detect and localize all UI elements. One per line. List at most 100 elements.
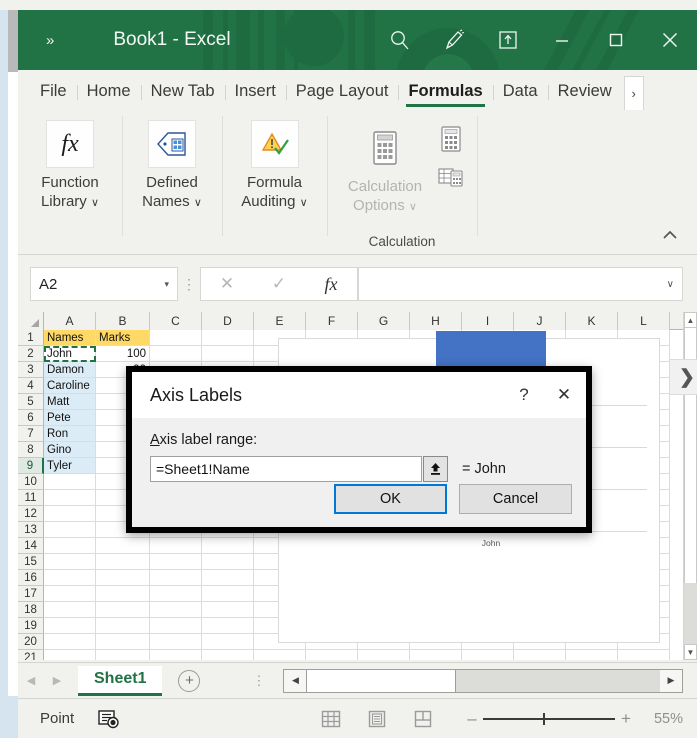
cell-B18[interactable] — [96, 602, 150, 618]
cell-A13[interactable] — [44, 522, 96, 538]
cell-A20[interactable] — [44, 634, 96, 650]
cancel-button[interactable]: Cancel — [459, 484, 572, 514]
cell-D1[interactable] — [202, 330, 254, 346]
row-header-21[interactable]: 21 — [18, 650, 44, 660]
tab-overflow-chevron-icon[interactable]: › — [623, 76, 644, 110]
vertical-scroll-track[interactable] — [684, 583, 697, 644]
column-header-k[interactable]: K — [566, 312, 618, 330]
cell-D14[interactable] — [202, 538, 254, 554]
tab-review[interactable]: Review — [547, 78, 622, 110]
quick-access-more-button[interactable]: » — [46, 32, 54, 49]
share-icon[interactable] — [481, 10, 535, 70]
chevron-down-icon[interactable]: ∨ — [409, 201, 417, 213]
cell-B2[interactable]: 100 — [96, 346, 150, 362]
formula-bar-grip[interactable]: ⋮ — [178, 277, 200, 291]
formula-auditing-button[interactable]: Formula Auditing ∨ — [222, 116, 327, 217]
column-header-e[interactable]: E — [254, 312, 306, 330]
column-header-d[interactable]: D — [202, 312, 254, 330]
sheet-tab-sheet1[interactable]: Sheet1 — [78, 665, 163, 696]
scroll-up-button[interactable]: ▲ — [684, 312, 697, 328]
cell-F21[interactable] — [306, 650, 358, 660]
cell-A9[interactable]: Tyler — [44, 458, 96, 474]
cell-A19[interactable] — [44, 618, 96, 634]
scroll-right-button[interactable]: ▶ — [660, 669, 682, 692]
column-header-f[interactable]: F — [306, 312, 358, 330]
page-layout-view-icon[interactable] — [365, 708, 389, 730]
column-header-l[interactable]: L — [618, 312, 670, 330]
chevron-down-icon[interactable]: ∨ — [194, 197, 202, 209]
calculate-now-icon[interactable] — [436, 124, 466, 154]
row-header-14[interactable]: 14 — [18, 538, 44, 554]
column-header-g[interactable]: G — [358, 312, 410, 330]
zoom-in-button[interactable]: + — [615, 709, 637, 729]
tab-file[interactable]: File — [30, 78, 77, 110]
column-header-c[interactable]: C — [150, 312, 202, 330]
maximize-button[interactable] — [589, 10, 643, 70]
tab-new-tab[interactable]: New Tab — [140, 78, 225, 110]
cell-D19[interactable] — [202, 618, 254, 634]
cell-C14[interactable] — [150, 538, 202, 554]
cell-A8[interactable]: Gino — [44, 442, 96, 458]
cancel-icon[interactable]: ✕ — [205, 274, 249, 294]
cell-J21[interactable] — [514, 650, 566, 660]
row-header-3[interactable]: 3 — [18, 362, 44, 378]
cell-A7[interactable]: Ron — [44, 426, 96, 442]
row-header-11[interactable]: 11 — [18, 490, 44, 506]
cell-C21[interactable] — [150, 650, 202, 660]
cell-H21[interactable] — [410, 650, 462, 660]
enter-icon[interactable]: ✓ — [257, 274, 301, 294]
calculation-options-button[interactable]: Calculation Options ∨ — [338, 120, 432, 221]
cell-A12[interactable] — [44, 506, 96, 522]
horizontal-scroll-thumb[interactable] — [306, 669, 457, 692]
row-header-20[interactable]: 20 — [18, 634, 44, 650]
row-header-12[interactable]: 12 — [18, 506, 44, 522]
row-header-18[interactable]: 18 — [18, 602, 44, 618]
horizontal-scrollbar[interactable]: ◀ ▶ — [283, 668, 683, 693]
cell-C19[interactable] — [150, 618, 202, 634]
cell-B1[interactable]: Marks — [96, 330, 150, 346]
column-header-b[interactable]: B — [96, 312, 150, 330]
dialog-close-icon[interactable]: ✕ — [542, 385, 586, 405]
formula-input[interactable]: ∨ — [358, 267, 683, 301]
cell-B15[interactable] — [96, 554, 150, 570]
cell-D2[interactable] — [202, 346, 254, 362]
row-header-9[interactable]: 9 — [18, 458, 44, 474]
cell-B16[interactable] — [96, 570, 150, 586]
expand-formula-bar-icon[interactable]: ∨ — [667, 279, 674, 290]
dialog-help-icon[interactable]: ? — [506, 385, 542, 405]
row-header-10[interactable]: 10 — [18, 474, 44, 490]
cell-C2[interactable] — [150, 346, 202, 362]
row-header-16[interactable]: 16 — [18, 570, 44, 586]
normal-view-icon[interactable] — [319, 708, 343, 730]
ok-button[interactable]: OK — [334, 484, 447, 514]
record-macro-icon[interactable] — [96, 707, 122, 731]
cell-A4[interactable]: Caroline — [44, 378, 96, 394]
cell-C1[interactable] — [150, 330, 202, 346]
calculate-sheet-icon[interactable] — [436, 162, 466, 192]
axis-label-range-input[interactable]: =Sheet1!Name — [150, 456, 422, 482]
scroll-down-button[interactable]: ▼ — [684, 644, 697, 660]
cell-D20[interactable] — [202, 634, 254, 650]
cell-C16[interactable] — [150, 570, 202, 586]
cell-B20[interactable] — [96, 634, 150, 650]
row-header-7[interactable]: 7 — [18, 426, 44, 442]
cell-G21[interactable] — [358, 650, 410, 660]
cell-C18[interactable] — [150, 602, 202, 618]
cell-I21[interactable] — [462, 650, 514, 660]
cell-A11[interactable] — [44, 490, 96, 506]
add-sheet-button[interactable]: + — [178, 669, 201, 692]
cell-C20[interactable] — [150, 634, 202, 650]
defined-names-button[interactable]: Defined Names ∨ — [122, 116, 222, 217]
cell-K21[interactable] — [566, 650, 618, 660]
cell-C15[interactable] — [150, 554, 202, 570]
tab-page-layout[interactable]: Page Layout — [285, 78, 399, 110]
function-library-button[interactable]: fx Function Library ∨ — [18, 116, 122, 217]
cell-A5[interactable]: Matt — [44, 394, 96, 410]
row-header-13[interactable]: 13 — [18, 522, 44, 538]
tab-insert[interactable]: Insert — [224, 78, 286, 110]
zoom-slider-knob[interactable] — [543, 712, 545, 725]
tab-home[interactable]: Home — [76, 78, 141, 110]
name-box[interactable]: A2 ▾ — [30, 267, 178, 301]
row-header-6[interactable]: 6 — [18, 410, 44, 426]
page-break-view-icon[interactable] — [411, 708, 435, 730]
